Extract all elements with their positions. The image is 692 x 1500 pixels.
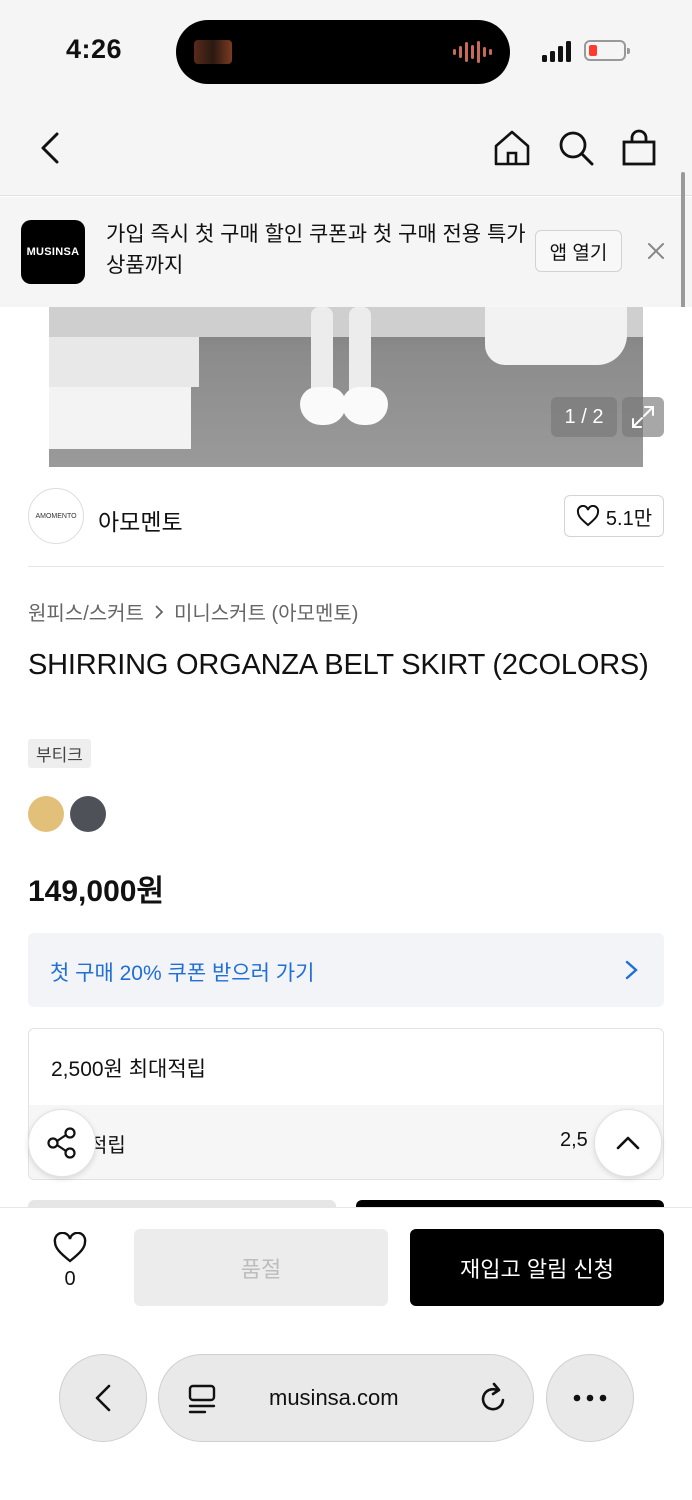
reload-icon[interactable] [477,1381,509,1415]
chevron-right-icon [625,960,638,980]
product-image-gallery[interactable]: 1 / 2 [0,307,692,467]
banner-close-button[interactable] [644,239,668,263]
cart-button[interactable] [619,128,659,168]
wishlist-count: 0 [64,1268,76,1290]
points-row-value: 2,5 [560,1129,588,1151]
product-photo [49,307,643,467]
app-install-banner: MUSINSA 가입 즉시 첫 구매 할인 쿠폰과 첫 구매 전용 특가 상품까… [0,197,692,307]
banner-message: 가입 즉시 첫 구매 할인 쿠폰과 첫 구매 전용 특가 상품까지 [106,223,526,277]
brand-like-button[interactable]: 5.1만 [564,495,664,537]
shopping-bag-icon [622,129,656,166]
brand-logo[interactable]: AMOMENTO [28,488,84,544]
now-playing-thumbnail [194,40,232,64]
breadcrumb-subcategory[interactable]: 미니스커트 (아모멘토) [174,597,358,626]
close-icon [648,243,664,259]
soldout-button: 품절 [134,1229,388,1306]
page-scrollbar[interactable] [681,172,685,310]
image-counter: 1 / 2 [551,397,617,437]
cellular-signal-icon [542,40,571,62]
browser-toolbar: musinsa.com [0,1337,692,1500]
chevron-right-icon [155,604,164,619]
address-url: musinsa.com [269,1385,399,1410]
more-options-button[interactable] [546,1354,634,1442]
color-swatch-beige[interactable] [28,796,64,832]
purchase-bar: 0 품절 재입고 알림 신청 [0,1207,692,1337]
address-bar[interactable]: musinsa.com [158,1354,534,1442]
color-swatch-charcoal[interactable] [70,796,106,832]
musinsa-logo: MUSINSA [21,220,85,284]
chevron-left-icon [95,1384,111,1412]
chevron-up-icon [616,1136,640,1150]
product-tag: 부티크 [28,739,91,768]
wishlist-button[interactable]: 0 [40,1232,100,1291]
breadcrumb-category[interactable]: 원피스/스커트 [28,597,144,626]
back-button[interactable] [30,128,70,168]
points-panel: 2,500원 최대적립 적립 2,5 [28,1028,664,1180]
search-icon [559,131,594,166]
home-icon [494,130,530,166]
expand-image-button[interactable] [622,397,664,437]
ellipsis-icon [573,1394,607,1402]
breadcrumb: 원피스/스커트 미니스커트 (아모멘토) [28,597,358,626]
product-price: 149,000원 [28,875,165,908]
share-button[interactable] [28,1109,96,1177]
home-button[interactable] [492,128,532,168]
scroll-to-top-button[interactable] [594,1109,662,1177]
restock-alert-button[interactable]: 재입고 알림 신청 [410,1229,664,1306]
coupon-label: 첫 구매 20% 쿠폰 받으러 가기 [50,962,315,985]
status-time: 4:26 [66,34,123,64]
open-app-button[interactable]: 앱 열기 [535,230,622,272]
battery-icon [584,40,630,61]
expand-icon [632,406,654,428]
heart-icon [576,505,599,527]
divider [28,566,664,567]
audio-wave-icon [453,40,492,64]
points-headline: 2,500원 최대적립 [51,1058,206,1081]
status-bar: 4:26 [0,0,692,100]
points-row: 적립 2,5 [29,1105,663,1179]
brand-name[interactable]: 아모멘토 [98,503,183,537]
browser-back-button[interactable] [59,1354,147,1442]
brand-like-count: 5.1만 [605,507,653,530]
search-button[interactable] [556,128,596,168]
brand-row: AMOMENTO 아모멘토 5.1만 [0,467,692,567]
share-icon [47,1127,76,1159]
dynamic-island[interactable] [176,20,510,84]
reader-icon [188,1384,216,1414]
chevron-left-icon [41,132,59,164]
top-navigation [0,100,692,196]
heart-icon [53,1232,87,1263]
product-title: SHIRRING ORGANZA BELT SKIRT (2COLORS) [28,649,649,681]
first-purchase-coupon-button[interactable]: 첫 구매 20% 쿠폰 받으러 가기 [28,933,664,1007]
